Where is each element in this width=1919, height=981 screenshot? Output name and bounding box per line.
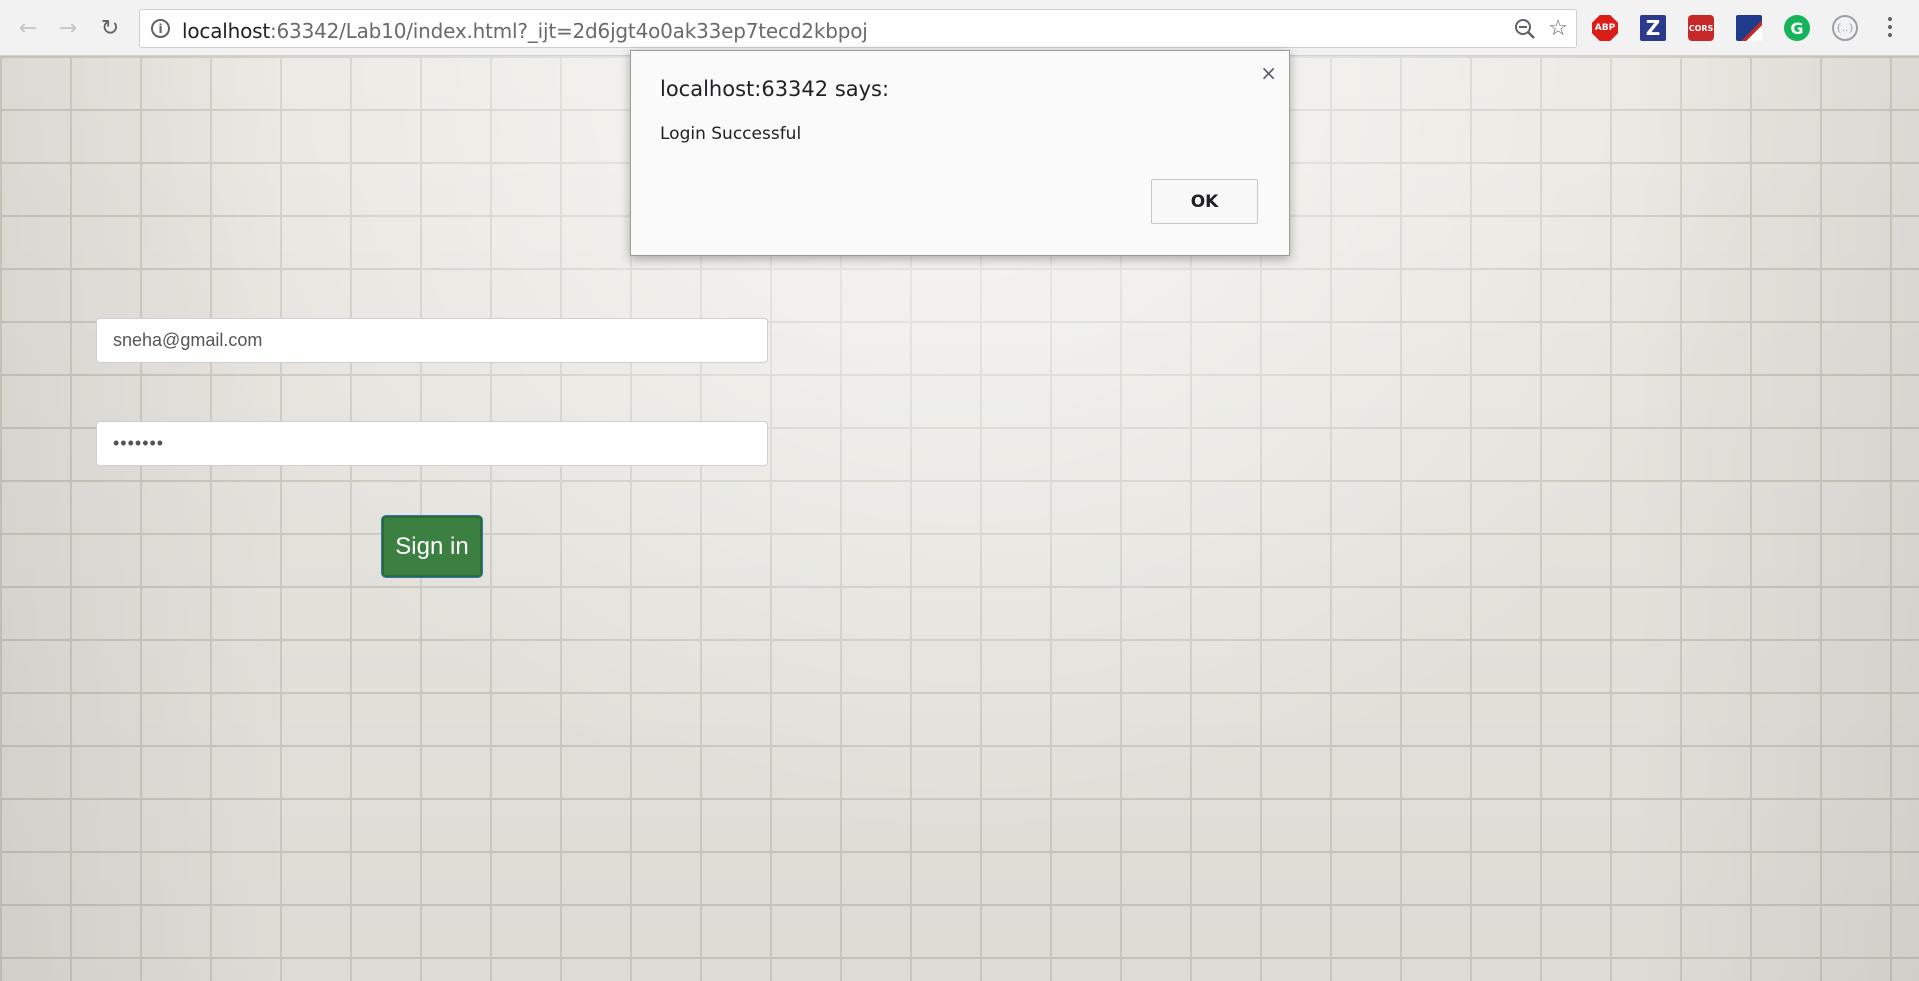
dialog-title: localhost:63342 says: bbox=[660, 77, 890, 101]
adblock-label: ABP bbox=[1594, 23, 1616, 33]
cors-extension-icon[interactable]: CORS bbox=[1688, 15, 1714, 41]
dialog-message: Login Successful bbox=[660, 124, 802, 144]
code-extension-icon[interactable]: {..} bbox=[1832, 15, 1858, 41]
grammarly-label: G bbox=[1790, 18, 1804, 38]
alert-dialog: × localhost:63342 says: Login Successful… bbox=[630, 50, 1290, 256]
flag-extension-icon[interactable] bbox=[1736, 15, 1762, 41]
ok-button[interactable]: OK bbox=[1151, 179, 1258, 224]
sign-in-button[interactable]: Sign in bbox=[382, 516, 482, 577]
address-bar[interactable]: i localhost:63342/Lab10/index.html?_ijt=… bbox=[139, 9, 1577, 48]
back-arrow-icon[interactable]: ← bbox=[12, 12, 44, 44]
zoom-out-icon[interactable] bbox=[1514, 18, 1536, 40]
cors-label: CORS bbox=[1688, 23, 1714, 33]
zotero-icon[interactable]: Z bbox=[1640, 15, 1666, 41]
url-path: :63342/Lab10/index.html?_ijt=2d6jgt4o0ak… bbox=[269, 19, 868, 43]
grammarly-icon[interactable]: G bbox=[1784, 15, 1810, 41]
password-field[interactable] bbox=[96, 421, 768, 466]
browser-toolbar: ← → ↻ i localhost:63342/Lab10/index.html… bbox=[0, 0, 1919, 56]
url-text[interactable]: localhost:63342/Lab10/index.html?_ijt=2d… bbox=[182, 19, 868, 43]
forward-arrow-icon[interactable]: → bbox=[52, 12, 84, 44]
close-icon[interactable]: × bbox=[1260, 61, 1277, 85]
url-host: localhost bbox=[182, 19, 270, 43]
zotero-label: Z bbox=[1645, 16, 1661, 40]
kebab-menu-icon[interactable] bbox=[1886, 14, 1894, 40]
email-field[interactable] bbox=[96, 318, 768, 363]
code-label: {..} bbox=[1835, 22, 1855, 34]
info-icon[interactable]: i bbox=[151, 19, 170, 38]
reload-icon[interactable]: ↻ bbox=[94, 12, 126, 44]
adblock-plus-icon[interactable]: ABP bbox=[1592, 15, 1618, 41]
bookmark-star-icon[interactable]: ☆ bbox=[1548, 16, 1568, 41]
